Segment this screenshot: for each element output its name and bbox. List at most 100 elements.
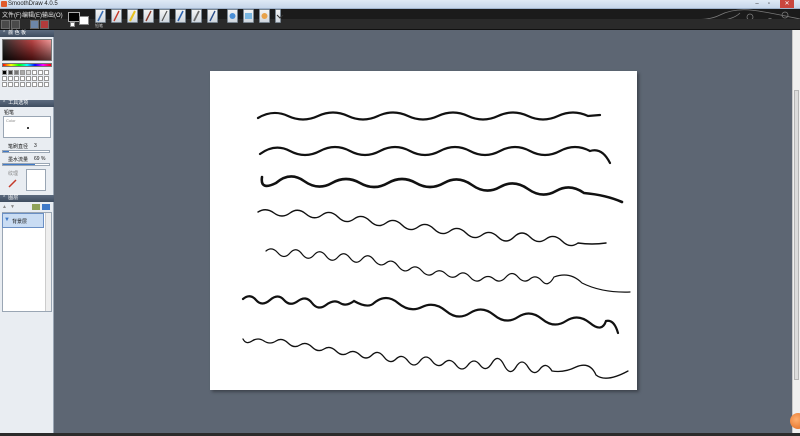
texture-label: 纹理	[8, 171, 19, 177]
texture-preview[interactable]	[26, 169, 46, 191]
brush-size-fill	[3, 151, 9, 152]
layer-name: 背景层	[12, 219, 28, 225]
chevron-down-icon	[276, 14, 284, 19]
app-icon	[1, 1, 7, 7]
pencil-icon	[97, 10, 104, 22]
swatch[interactable]	[44, 82, 49, 87]
swatch[interactable]	[26, 70, 31, 75]
minimize-button[interactable]: –	[752, 0, 762, 8]
swatch[interactable]	[38, 76, 43, 81]
preview-caption: Color	[6, 118, 16, 123]
swatch[interactable]	[14, 82, 19, 87]
stamp-icon	[245, 13, 252, 19]
start-orb-icon[interactable]	[790, 413, 800, 429]
marker-icon	[129, 10, 136, 22]
new-file-icon[interactable]	[1, 20, 10, 29]
swatch[interactable]	[8, 76, 13, 81]
layer-options-icon[interactable]	[32, 204, 40, 210]
reset-colors-icon[interactable]	[70, 22, 75, 27]
layer-item[interactable]: ▼ 背景层	[2, 213, 44, 228]
swatch[interactable]	[8, 82, 13, 87]
left-panel: ⌃ 颜 色 板 ⌃ 工具选项 铅笔 Color 笔刷直径 3 墨水流量 69 %…	[0, 30, 54, 436]
smudge-icon	[177, 10, 184, 22]
save-file-icon[interactable]	[30, 20, 39, 29]
tool-dropdown[interactable]	[275, 9, 284, 23]
brush-size-label: 笔刷直径	[8, 144, 29, 150]
airbrush-icon	[145, 10, 152, 22]
vertical-scrollbar[interactable]	[792, 30, 800, 433]
swatch[interactable]	[2, 76, 7, 81]
brush-size-slider[interactable]	[2, 150, 50, 153]
swatch[interactable]	[14, 76, 19, 81]
layers-title: 图层	[8, 195, 19, 201]
fill-icon	[229, 13, 236, 19]
stamp-tool[interactable]	[243, 9, 254, 23]
texture-brush-icon[interactable]	[6, 177, 20, 189]
airbrush-tool[interactable]	[143, 9, 154, 23]
maximize-button[interactable]: ▫	[764, 0, 774, 8]
tool-caption: 铅笔	[95, 23, 103, 28]
menu-output[interactable]: 输出(O)	[42, 10, 63, 19]
window-title: SmoothDraw 4.0.5	[8, 1, 58, 7]
opacity-value: 69 %	[34, 156, 46, 162]
layer-down-icon[interactable]: ▼	[10, 204, 16, 210]
selection-tool[interactable]	[259, 9, 270, 23]
tool-options-title: 工具选项	[8, 100, 29, 106]
stroke-5	[265, 248, 631, 293]
stroke-4	[257, 209, 607, 247]
open-file-icon[interactable]	[11, 20, 20, 29]
swatch[interactable]	[32, 76, 37, 81]
add-layer-icon[interactable]	[42, 204, 50, 210]
swatch[interactable]	[26, 82, 31, 87]
swatch[interactable]	[14, 70, 19, 75]
drawing-canvas[interactable]	[210, 71, 637, 390]
stroke-6	[241, 295, 620, 335]
tool-options-header[interactable]: ⌃ 工具选项	[0, 100, 54, 107]
swatch[interactable]	[44, 76, 49, 81]
export-icon[interactable]	[40, 20, 49, 29]
visibility-icon[interactable]: ▼	[4, 217, 10, 223]
brush-name: 铅笔	[4, 110, 15, 116]
opacity-label: 墨水流量	[8, 157, 29, 163]
pencil-tool[interactable]	[95, 9, 106, 23]
scrollbar-thumb[interactable]	[794, 90, 799, 380]
brush-size-value: 3	[34, 143, 37, 149]
color-picker[interactable]	[2, 39, 52, 61]
marker-tool[interactable]	[127, 9, 138, 23]
stroke-1	[256, 111, 602, 121]
brush-preview: Color	[3, 116, 51, 138]
swatch[interactable]	[20, 70, 25, 75]
swatch[interactable]	[38, 82, 43, 87]
layer-scrollbar[interactable]	[45, 213, 51, 311]
eraser-tool[interactable]	[191, 9, 202, 23]
brush-tool[interactable]	[111, 9, 122, 23]
swatch[interactable]	[32, 82, 37, 87]
color-panel-header[interactable]: ⌃ 颜 色 板	[0, 30, 54, 37]
swatch[interactable]	[26, 76, 31, 81]
stroke-3	[260, 175, 624, 204]
layers-header[interactable]: ⌃ 图层	[0, 195, 54, 202]
smudge-tool[interactable]	[175, 9, 186, 23]
secondary-color-swatch[interactable]	[79, 16, 89, 25]
blender-icon	[209, 10, 216, 22]
swatch[interactable]	[2, 70, 7, 75]
swatch[interactable]	[20, 76, 25, 81]
menu-edit[interactable]: 编辑(E)	[22, 10, 42, 19]
swatch[interactable]	[38, 70, 43, 75]
swatch[interactable]	[44, 70, 49, 75]
fill-tool[interactable]	[227, 9, 238, 23]
selection-icon	[261, 13, 268, 19]
swatch[interactable]	[32, 70, 37, 75]
swatch[interactable]	[8, 70, 13, 75]
brush-dot	[27, 127, 29, 129]
swatch[interactable]	[20, 82, 25, 87]
swatch[interactable]	[2, 82, 7, 87]
blender-tool[interactable]	[207, 9, 218, 23]
hue-slider[interactable]	[2, 63, 52, 67]
pen-tool[interactable]	[159, 9, 170, 23]
stroke-7	[242, 338, 629, 379]
opacity-slider[interactable]	[2, 163, 50, 166]
menu-file[interactable]: 文件(F)	[2, 10, 22, 19]
layer-up-icon[interactable]: ▲	[2, 204, 8, 210]
close-button[interactable]: ✕	[780, 0, 794, 8]
